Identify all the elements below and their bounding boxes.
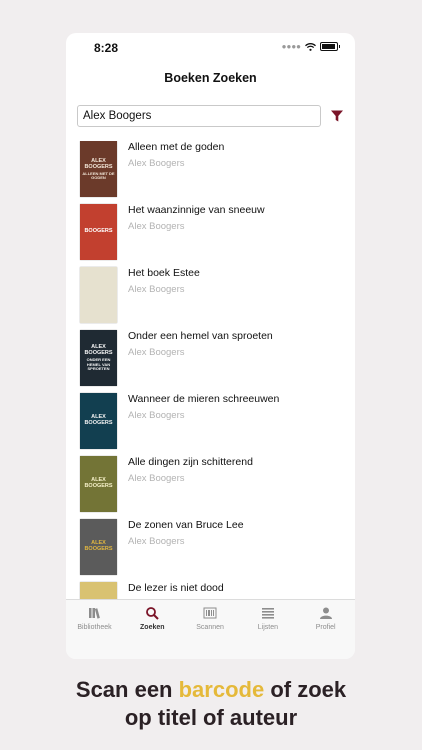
- book-author: Alex Boogers: [128, 473, 185, 484]
- book-title: Alle dingen zijn schitterend: [128, 456, 253, 468]
- list-item[interactable]: DEDe lezer is niet doodAlex Boogers: [66, 582, 355, 599]
- cover-author: ALEX BOOGERS: [84, 157, 113, 170]
- tab-bibliotheek[interactable]: Bibliotheek: [66, 600, 123, 640]
- tab-label: Zoeken: [140, 624, 165, 631]
- tab-label: Bibliotheek: [77, 624, 112, 631]
- cover-author: BOOGERS: [84, 228, 113, 234]
- caption-part-1: Scan een: [75, 677, 179, 702]
- battery-icon: [320, 42, 338, 51]
- tab-zoeken[interactable]: Zoeken: [124, 600, 181, 640]
- book-title: Het boek Estee: [128, 267, 200, 279]
- cover-title: ONDER EEN HEMEL VAN SPROETEN: [86, 357, 111, 372]
- book-author: Alex Boogers: [128, 158, 185, 169]
- caption-line-1: Scan een barcode of zoek: [0, 676, 422, 704]
- book-author: Alex Boogers: [128, 221, 185, 232]
- tab-label: Lijsten: [257, 624, 278, 631]
- status-icons: ●●●●: [282, 42, 340, 51]
- barcode-icon: [203, 607, 217, 619]
- promo-caption: Scan een barcode of zoek op titel of aut…: [0, 676, 422, 732]
- caption-line-2: op titel of auteur: [124, 705, 298, 730]
- book-cover: ALEX BOOGERS: [80, 456, 117, 512]
- book-cover: ALEX BOOGERS ONDER EEN HEMEL VAN SPROETEN: [80, 330, 117, 386]
- signal-icon: ●●●●: [281, 42, 301, 51]
- book-title: Alleen met de goden: [128, 141, 225, 153]
- cover-title: ALLEEN MET DE GODEN: [82, 170, 115, 180]
- list-icon: [261, 608, 274, 619]
- book-cover: ALEX BOOGERS ALLEEN MET DE GODEN: [80, 141, 117, 197]
- status-time: 8:28: [94, 41, 119, 55]
- books-icon: [88, 608, 100, 619]
- tab-profiel[interactable]: Profiel: [297, 600, 354, 640]
- book-cover: BOOGERS: [80, 204, 117, 260]
- tab-lijsten[interactable]: Lijsten: [239, 600, 296, 640]
- person-icon: [319, 607, 332, 619]
- book-author: Alex Boogers: [128, 410, 185, 421]
- cover-author: ALEX BOOGERS: [84, 540, 113, 552]
- book-title: Het waanzinnige van sneeuw: [128, 204, 265, 216]
- phone-screen: 8:28 ●●●● Boeken Zoeken ALEX BOOGERSALLE…: [66, 33, 355, 659]
- wifi-icon: [305, 42, 316, 51]
- search-icon: [146, 607, 160, 620]
- status-bar: 8:28 ●●●●: [66, 33, 355, 63]
- list-item[interactable]: ALEX BOOGERS De zonen van Bruce Lee Alex B…: [66, 519, 355, 582]
- book-author: Alex Boogers: [128, 536, 185, 547]
- list-item[interactable]: ALEX BOOGERS Alle dingen zijn schitterend…: [66, 456, 355, 519]
- book-title: De zonen van Bruce Lee: [128, 519, 244, 531]
- book-cover: ALEX BOOGERS: [80, 519, 117, 575]
- book-title: De lezer is niet dood: [128, 582, 224, 594]
- book-author: Alex Boogers: [128, 347, 185, 358]
- book-cover: DE: [80, 582, 117, 599]
- search-input[interactable]: [77, 105, 321, 127]
- tab-label: Profiel: [315, 624, 336, 631]
- list-item[interactable]: Het boek Estee Alex Boogers: [66, 267, 355, 330]
- search-results-list[interactable]: ALEX BOOGERS ALLEEN MET DE GODEN Alleen me…: [66, 141, 355, 599]
- book-author: Alex Boogers: [128, 284, 185, 295]
- cover-author: ALEX BOOGERS: [84, 414, 113, 426]
- page-title: Boeken Zoeken: [164, 71, 257, 85]
- book-cover: [80, 267, 117, 323]
- book-title: Onder een hemel van sproeten: [128, 330, 273, 342]
- book-title: Wanneer de mieren schreeuwen: [128, 393, 280, 405]
- cover-author: ALEX BOOGERS: [84, 344, 113, 357]
- list-item[interactable]: ALEX BOOGERS Wanneer de mieren schreeuwen…: [66, 393, 355, 456]
- filter-icon[interactable]: [330, 109, 344, 123]
- list-item[interactable]: ALEX BOOGERS ONDER EEN HEMEL VAN SPROETEN…: [66, 330, 355, 393]
- cover-author: ALEX BOOGERS: [84, 477, 113, 489]
- caption-part-2: of zoek: [264, 677, 347, 702]
- tab-bar: Bibliotheek Zoeken Scannen Lijsten Profiel: [66, 599, 355, 659]
- tab-scannen[interactable]: Scannen: [182, 600, 239, 640]
- caption-highlight: barcode: [178, 677, 265, 702]
- list-item[interactable]: BOOGERS Het waanzinnige van sneeuw Alex Bo…: [66, 204, 355, 267]
- battery-nub: [339, 45, 340, 48]
- book-cover: ALEX BOOGERS: [80, 393, 117, 449]
- tab-label: Scannen: [196, 624, 224, 631]
- list-item[interactable]: ALEX BOOGERS ALLEEN MET DE GODEN Alleen me…: [66, 141, 355, 204]
